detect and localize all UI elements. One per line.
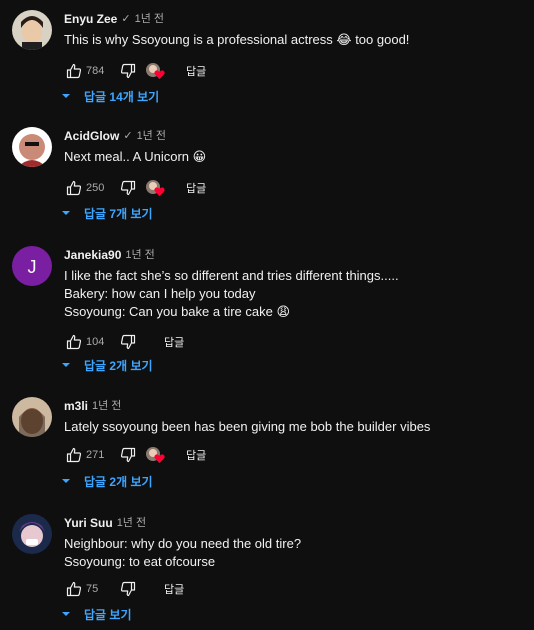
comment-time[interactable]: 1년 전 (117, 514, 146, 532)
chevron-down-icon (62, 363, 70, 367)
view-replies-label: 답글 2개 보기 (84, 358, 153, 373)
like-count: 784 (86, 65, 105, 77)
comment-actions: 784 답글 (64, 59, 206, 83)
thumbs-up-icon (66, 581, 82, 597)
comment-time[interactable]: 1년 전 (92, 397, 121, 415)
view-replies-button[interactable]: 답글 2개 보기 (60, 470, 153, 492)
comment-time[interactable]: 1년 전 (135, 10, 164, 28)
like-button[interactable] (64, 61, 84, 81)
reply-button[interactable]: 답글 (186, 180, 206, 196)
comment-text: I like the fact she’s so different and t… (64, 267, 522, 321)
comment-actions: 104 답글 (64, 330, 184, 354)
view-replies-label: 답글 7개 보기 (84, 206, 153, 221)
check-icon: ✓ (121, 13, 131, 25)
dislike-button[interactable] (118, 332, 138, 352)
reply-button[interactable]: 답글 (164, 334, 184, 350)
thumbs-up-icon (66, 447, 82, 463)
comment-text: Neighbour: why do you need the old tire?… (64, 535, 522, 571)
comment-line: Ssoyoung: to eat ofcourse (64, 554, 216, 569)
comment-line: I like the fact she’s so different and t… (64, 268, 399, 283)
check-icon: ✓ (123, 130, 133, 142)
like-count: 271 (86, 449, 105, 461)
avatar[interactable] (12, 127, 52, 167)
comment-time[interactable]: 1년 전 (137, 127, 166, 145)
creator-heart (146, 445, 166, 465)
comment-author[interactable]: Janekia90 (64, 246, 121, 264)
avatar-letter: J (28, 257, 37, 277)
like-count: 104 (86, 336, 105, 348)
heart-icon (154, 70, 165, 80)
like-count: 75 (86, 583, 99, 595)
dislike-button[interactable] (118, 178, 138, 198)
comment-actions: 75 답글 (64, 577, 184, 601)
avatar[interactable] (12, 397, 52, 437)
comment-author[interactable]: Enyu Zee (64, 10, 117, 28)
thumbs-up-icon (66, 63, 82, 79)
thumbs-down-icon (120, 447, 136, 463)
dislike-button[interactable] (118, 579, 138, 599)
reply-button[interactable]: 답글 (186, 447, 206, 463)
like-button[interactable] (64, 445, 84, 465)
comment-line: Lately ssoyoung been has been giving me … (64, 419, 431, 434)
comment-line: Ssoyoung: Can you bake a tire cake 😩 (64, 304, 291, 319)
comment-author[interactable]: AcidGlow (64, 127, 119, 145)
avatar[interactable] (12, 10, 52, 50)
avatar[interactable]: J (12, 246, 52, 286)
view-replies-label: 답글 14개 보기 (84, 89, 160, 104)
comment-author[interactable]: m3li (64, 397, 88, 415)
thumbs-down-icon (120, 180, 136, 196)
comment-text: Lately ssoyoung been has been giving me … (64, 418, 522, 436)
heart-icon (154, 454, 165, 464)
creator-heart (146, 178, 166, 198)
chevron-down-icon (62, 94, 70, 98)
reply-button[interactable]: 답글 (164, 581, 184, 597)
comment-actions: 271 답글 (64, 443, 206, 467)
view-replies-button[interactable]: 답글 14개 보기 (60, 85, 159, 107)
view-replies-button[interactable]: 답글 2개 보기 (60, 354, 153, 376)
view-replies-label: 답글 보기 (84, 607, 132, 622)
comment-line: Neighbour: why do you need the old tire? (64, 536, 302, 551)
chevron-down-icon (62, 211, 70, 215)
dislike-button[interactable] (118, 61, 138, 81)
comment-actions: 250 답글 (64, 176, 206, 200)
comment-time[interactable]: 1년 전 (125, 246, 154, 264)
reply-button[interactable]: 답글 (186, 63, 206, 79)
chevron-down-icon (62, 479, 70, 483)
comment-author[interactable]: Yuri Suu (64, 514, 113, 532)
comment-text: This is why Ssoyoung is a professional a… (64, 31, 522, 49)
thumbs-down-icon (120, 63, 136, 79)
dislike-button[interactable] (118, 445, 138, 465)
comment-text: Next meal.. A Unicorn 😀 (64, 148, 522, 166)
like-button[interactable] (64, 332, 84, 352)
thumbs-up-icon (66, 334, 82, 350)
view-replies-label: 답글 2개 보기 (84, 474, 153, 489)
avatar[interactable] (12, 514, 52, 554)
view-replies-button[interactable]: 답글 7개 보기 (60, 202, 153, 224)
thumbs-down-icon (120, 581, 136, 597)
like-button[interactable] (64, 579, 84, 599)
chevron-down-icon (62, 612, 70, 616)
thumbs-down-icon (120, 334, 136, 350)
comment-line: This is why Ssoyoung is a professional a… (64, 32, 410, 47)
creator-heart (146, 61, 166, 81)
thumbs-up-icon (66, 180, 82, 196)
comment-line: Bakery: how can I help you today (64, 286, 256, 301)
comment-line: Next meal.. A Unicorn 😀 (64, 149, 207, 164)
like-count: 250 (86, 182, 105, 194)
heart-icon (154, 187, 165, 197)
like-button[interactable] (64, 178, 84, 198)
view-replies-button[interactable]: 답글 보기 (60, 603, 132, 625)
